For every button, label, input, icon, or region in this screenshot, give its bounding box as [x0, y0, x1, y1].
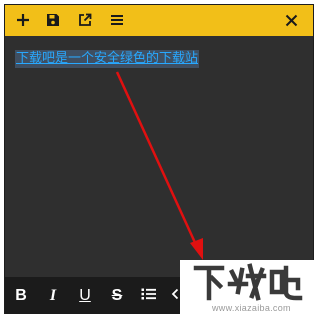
watermark-url: www.xiazaiba.com	[212, 303, 291, 313]
watermark-logo	[193, 263, 303, 301]
site-watermark: www.xiazaiba.com	[180, 260, 316, 317]
